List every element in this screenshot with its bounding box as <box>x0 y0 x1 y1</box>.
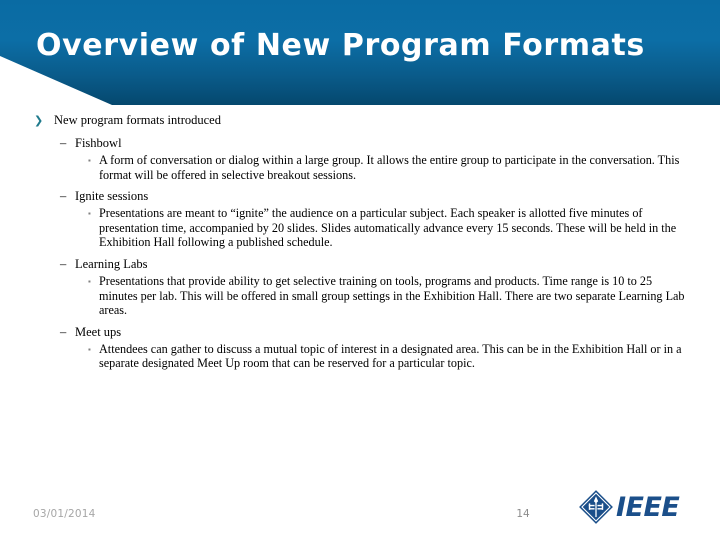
list-item: – Fishbowl <box>0 135 720 152</box>
level3-square-bullet-icon: ▪ <box>88 276 91 286</box>
level3-square-bullet-icon: ▪ <box>88 156 91 165</box>
level1-bullet-icon: ❯ <box>34 114 44 127</box>
slide: Overview of New Program Formats ❯ New pr… <box>0 0 720 540</box>
level2-dash-icon: – <box>60 256 67 271</box>
ieee-logo: IEEE <box>578 488 694 526</box>
level3-square-bullet-icon: ▪ <box>88 209 91 219</box>
list-item-text: A form of conversation or dialog within … <box>99 153 680 182</box>
list-item-text: Learning Labs <box>75 256 148 271</box>
list-item: ▪ Presentations that provide ability to … <box>0 274 720 318</box>
level2-dash-icon: – <box>60 189 67 204</box>
list-item-text: New program formats introduced <box>54 113 221 127</box>
header-diagonal-notch <box>0 56 112 105</box>
page-title: Overview of New Program Formats <box>36 28 645 63</box>
list-item-text: Presentations that provide ability to ge… <box>99 273 685 318</box>
list-item-text: Fishbowl <box>75 136 122 150</box>
list-item: ▪ A form of conversation or dialog withi… <box>0 153 720 182</box>
level3-square-bullet-icon: ▪ <box>88 344 91 354</box>
slide-body: ❯ New program formats introduced – Fishb… <box>0 112 720 373</box>
ieee-diamond-icon <box>579 490 613 524</box>
list-item: – Meet ups <box>0 324 720 341</box>
list-item-text: Attendees can gather to discuss a mutual… <box>99 341 682 371</box>
list-item-text: Meet ups <box>75 324 122 339</box>
list-item: ❯ New program formats introduced <box>0 112 720 129</box>
list-item: ▪ Attendees can gather to discuss a mutu… <box>0 342 720 371</box>
list-item: – Ignite sessions <box>0 188 720 205</box>
level2-dash-icon: – <box>60 324 67 339</box>
ieee-wordmark: IEEE <box>616 491 680 523</box>
list-item: – Learning Labs <box>0 256 720 273</box>
list-item: ▪ Presentations are meant to “ignite” th… <box>0 206 720 250</box>
level2-dash-icon: – <box>60 136 67 150</box>
list-item-text: Presentations are meant to “ignite” the … <box>99 206 677 250</box>
list-item-text: Ignite sessions <box>75 189 149 204</box>
